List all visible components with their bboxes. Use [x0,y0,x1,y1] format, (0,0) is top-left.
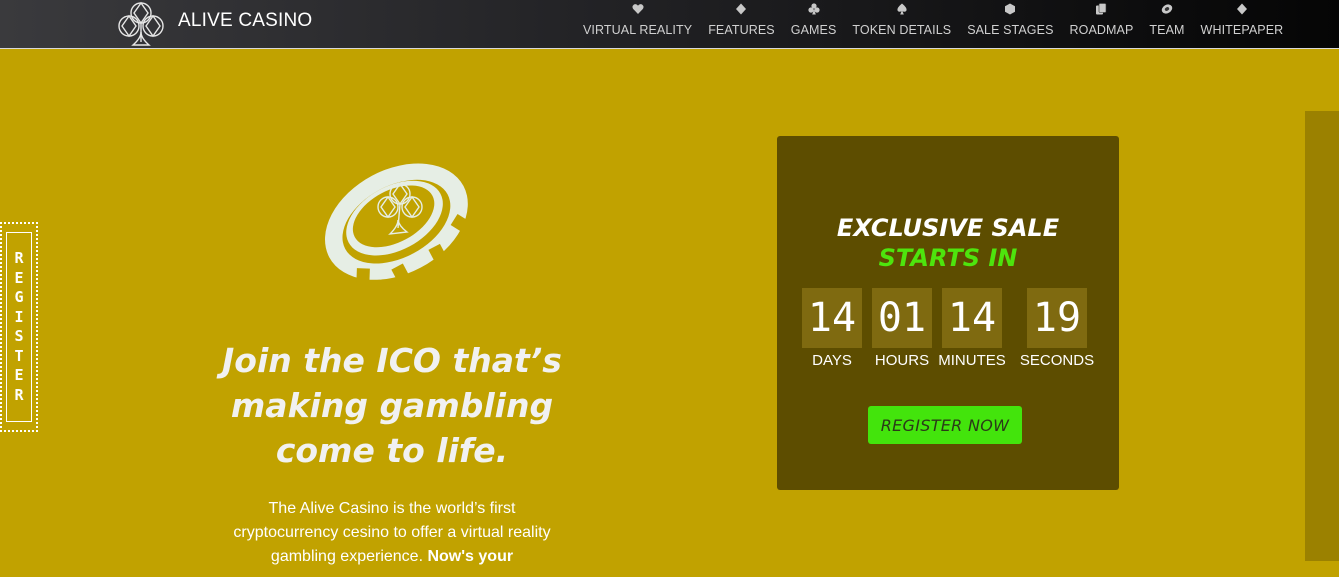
nav-label: VIRTUAL REALITY [583,23,693,37]
register-now-button[interactable]: REGISTER NOW [868,406,1022,444]
sale-countdown-panel: EXCLUSIVE SALE STARTS IN 14 DAYS 01 HOUR… [777,136,1119,490]
countdown-label: SECONDS [1019,352,1095,369]
side-register-frame: REGISTER [6,232,32,422]
main-navigation: VIRTUAL REALITY FEATURES GAMES TOKEN DET… [575,0,1291,48]
countdown-seconds: 19 SECONDS [1012,288,1102,369]
hero-description-bold: Now's your [427,548,514,565]
diamond-icon [1236,3,1247,15]
countdown-value: 14 [802,288,862,348]
heart-icon [632,4,644,14]
nav-item-sale-stages[interactable]: SALE STAGES [959,0,1061,37]
hero-title: Join the ICO that’s making gambling come… [222,341,562,470]
diamond-icon [736,3,747,15]
spade-icon [897,3,907,15]
countdown-label: MINUTES [938,352,1006,369]
nav-item-virtual-reality[interactable]: VIRTUAL REALITY [575,0,700,37]
right-edge-panel [1305,111,1339,561]
nav-item-roadmap[interactable]: ROADMAP [1062,0,1142,37]
brand[interactable]: ALIVE CASINO [114,0,312,48]
sale-subtitle: STARTS IN [878,244,1018,272]
casino-chip-icon [1161,4,1173,14]
hero-description: The Alive Casino is the world’s first cr… [222,497,562,569]
chip-icon [1005,3,1016,15]
side-register-label: REGISTER [14,249,24,404]
cards-icon [1096,3,1107,15]
sale-title: EXCLUSIVE SALE [836,214,1060,242]
club-clover-logo-icon [118,1,164,46]
countdown-value: 01 [872,288,932,348]
casino-chip-illustration [325,163,477,291]
nav-item-token-details[interactable]: TOKEN DETAILS [844,0,959,37]
nav-item-games[interactable]: GAMES [783,0,845,37]
nav-label: TOKEN DETAILS [852,23,952,37]
nav-item-features[interactable]: FEATURES [700,0,783,37]
nav-item-team[interactable]: TEAM [1141,0,1192,37]
nav-label: GAMES [790,23,837,37]
nav-label: ROADMAP [1069,23,1134,37]
club-icon [807,3,820,15]
nav-label: TEAM [1149,23,1185,37]
nav-label: SALE STAGES [967,23,1054,37]
countdown-minutes: 14 MINUTES [927,288,1017,369]
brand-name: ALIVE CASINO [178,10,313,31]
nav-label: FEATURES [708,23,775,37]
nav-label: WHITEPAPER [1200,23,1284,37]
side-register-tab[interactable]: REGISTER [0,222,38,432]
top-navigation-bar: ALIVE CASINO VIRTUAL REALITY FEATURES GA… [0,0,1339,49]
countdown-value: 14 [942,288,1002,348]
countdown-value: 19 [1027,288,1087,348]
nav-item-whitepaper[interactable]: WHITEPAPER [1193,0,1292,37]
